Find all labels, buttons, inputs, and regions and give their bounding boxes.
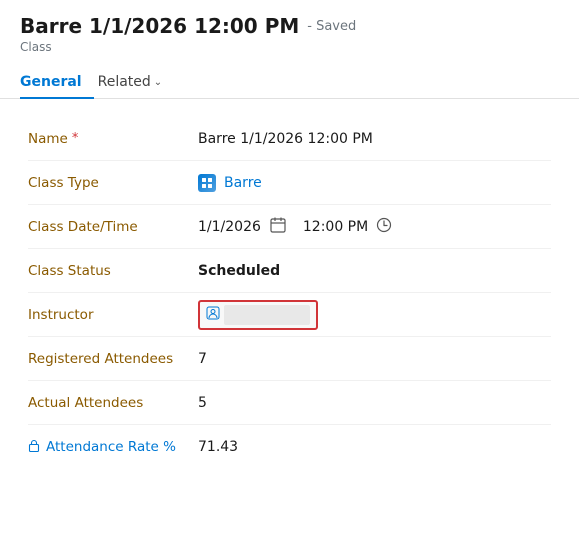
tab-bar: General Related ⌄ xyxy=(0,66,579,99)
instructor-person-icon xyxy=(206,306,220,324)
registered-attendees-field-row: Registered Attendees 7 xyxy=(28,337,551,381)
registered-attendees-value: 7 xyxy=(198,351,551,367)
required-indicator: * xyxy=(72,131,79,146)
attendance-rate-field-row: Attendance Rate % 71.43 xyxy=(28,425,551,469)
actual-attendees-value: 5 xyxy=(198,395,551,411)
class-datetime-value: 1/1/2026 12:00 PM xyxy=(198,216,551,238)
actual-attendees-field-row: Actual Attendees 5 xyxy=(28,381,551,425)
record-type: Class xyxy=(20,40,559,54)
instructor-field-row: Instructor xyxy=(28,293,551,337)
class-type-icon xyxy=(198,174,216,192)
date-text: 1/1/2026 xyxy=(198,219,261,235)
form-body: Name * Barre 1/1/2026 12:00 PM Class Typ… xyxy=(0,99,579,487)
class-status-label: Class Status xyxy=(28,263,198,279)
clock-icon[interactable] xyxy=(376,217,392,237)
time-text: 12:00 PM xyxy=(303,219,368,235)
class-status-field-row: Class Status Scheduled xyxy=(28,249,551,293)
actual-attendees-label: Actual Attendees xyxy=(28,395,198,411)
instructor-value xyxy=(198,300,551,330)
class-datetime-label: Class Date/Time xyxy=(28,219,198,235)
class-datetime-field-row: Class Date/Time 1/1/2026 12:00 PM xyxy=(28,205,551,249)
class-type-label: Class Type xyxy=(28,175,198,191)
page-title: Barre 1/1/2026 12:00 PM xyxy=(20,14,299,38)
tab-general[interactable]: General xyxy=(20,66,94,98)
name-value: Barre 1/1/2026 12:00 PM xyxy=(198,131,551,147)
instructor-label: Instructor xyxy=(28,307,198,323)
name-field-row: Name * Barre 1/1/2026 12:00 PM xyxy=(28,117,551,161)
class-type-link[interactable]: Barre xyxy=(224,175,262,191)
registered-attendees-label: Registered Attendees xyxy=(28,351,198,367)
instructor-input-placeholder xyxy=(224,305,310,325)
chevron-down-icon: ⌄ xyxy=(154,77,162,88)
class-type-value: Barre xyxy=(198,174,551,192)
saved-badge: - Saved xyxy=(307,19,356,34)
instructor-lookup[interactable] xyxy=(198,300,318,330)
attendance-rate-label: Attendance Rate % xyxy=(28,439,198,455)
tab-related[interactable]: Related ⌄ xyxy=(98,66,175,98)
class-status-value: Scheduled xyxy=(198,263,551,279)
name-label: Name * xyxy=(28,131,198,147)
calendar-icon[interactable] xyxy=(269,216,287,238)
class-type-field-row: Class Type Barre xyxy=(28,161,551,205)
page-header: Barre 1/1/2026 12:00 PM - Saved Class xyxy=(0,0,579,58)
lock-icon xyxy=(28,439,40,455)
attendance-rate-value: 71.43 xyxy=(198,439,551,455)
